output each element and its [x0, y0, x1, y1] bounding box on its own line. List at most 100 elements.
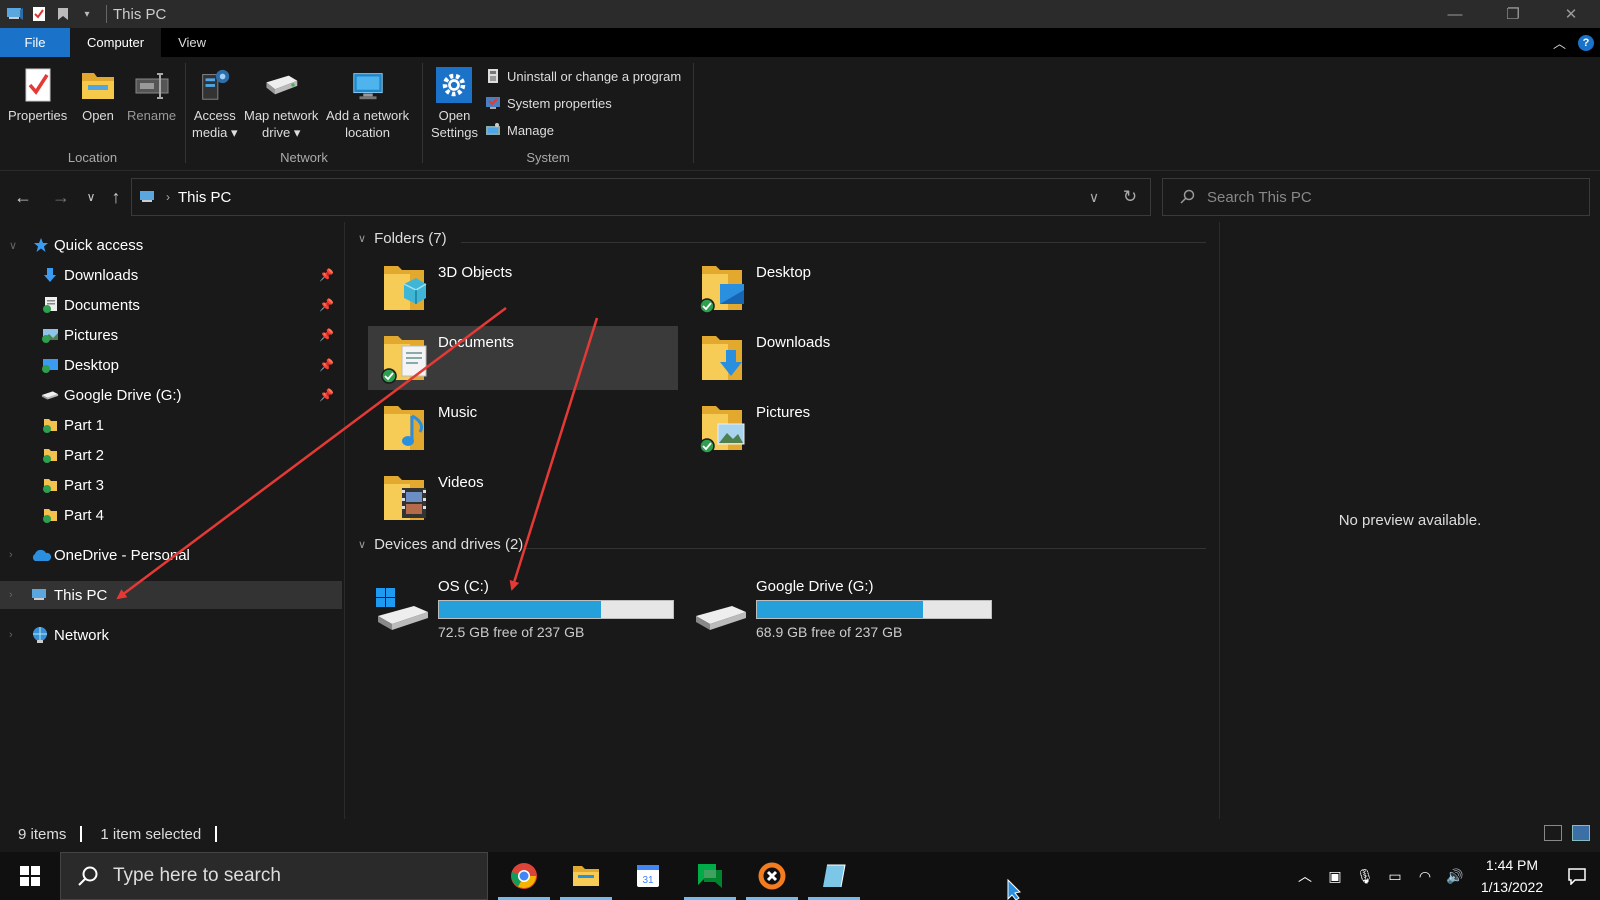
folder-tile-3d-objects[interactable]: 3D Objects [368, 256, 678, 320]
drive-usage-bar [756, 600, 992, 619]
properties-qa-icon[interactable] [30, 5, 48, 23]
pin-icon[interactable]: 📌 [319, 388, 334, 402]
add-network-location-button[interactable]: Add a network location [326, 65, 409, 141]
properties-button[interactable]: Properties [8, 65, 67, 124]
folder-tile-documents[interactable]: Documents [368, 326, 678, 390]
tab-view[interactable]: View [161, 28, 223, 57]
folder-tile-music[interactable]: Music [368, 396, 678, 460]
chrome-taskbar-button[interactable] [494, 852, 554, 900]
chat-taskbar-button[interactable] [680, 852, 740, 900]
breadcrumb-item[interactable]: This PC [178, 189, 231, 206]
show-hidden-icons-icon[interactable]: ︿ [1290, 852, 1320, 900]
pin-icon[interactable]: 📌 [319, 298, 334, 312]
folder-tile-pictures[interactable]: Pictures [686, 396, 996, 460]
pictures-icon [41, 326, 59, 344]
nav-onedrive[interactable]: › OneDrive - Personal [0, 541, 342, 569]
folders-group-header[interactable]: ∨ Folders (7) [358, 230, 447, 247]
open-button[interactable]: Open [80, 65, 116, 124]
new-folder-qa-icon[interactable] [54, 5, 72, 23]
nav-this-pc[interactable]: › This PC [0, 581, 342, 609]
start-button[interactable] [0, 852, 60, 900]
close-button[interactable]: ✕ [1542, 0, 1600, 28]
system-properties-button[interactable]: System properties [485, 95, 612, 111]
nav-item-desktop[interactable]: Desktop 📌 [0, 351, 342, 379]
uninstall-icon [488, 69, 498, 83]
address-bar[interactable]: › This PC ∨ ↻ [131, 178, 1151, 216]
manage-button[interactable]: Manage [485, 122, 554, 138]
nav-network[interactable]: › Network [0, 621, 342, 649]
synced-folder-icon [41, 476, 59, 494]
pin-icon[interactable]: 📌 [319, 328, 334, 342]
ribbon-group-label: Network [280, 150, 328, 165]
sync-app-taskbar-button[interactable] [742, 852, 802, 900]
rename-button[interactable]: Rename [127, 65, 176, 124]
restore-button[interactable]: ❐ [1484, 0, 1542, 28]
drive-icon [41, 386, 59, 404]
microphone-icon[interactable]: 🎙 [1350, 852, 1380, 900]
tab-file[interactable]: File [0, 28, 70, 57]
map-network-drive-button[interactable]: Map network drive ▾ [244, 65, 318, 141]
expand-chevron-icon[interactable]: ∨ [9, 239, 17, 252]
view-toggle [1544, 825, 1590, 841]
details-view-icon[interactable] [1544, 825, 1562, 841]
nav-quick-access[interactable]: ∨ Quick access [0, 231, 342, 259]
pin-icon[interactable]: 📌 [319, 358, 334, 372]
uninstall-program-button[interactable]: Uninstall or change a program [485, 68, 681, 84]
battery-icon[interactable]: ▭ [1380, 852, 1410, 900]
refresh-icon[interactable]: ↻ [1112, 179, 1148, 215]
group-divider [461, 242, 1206, 243]
address-dropdown-icon[interactable]: ∨ [1076, 179, 1112, 215]
drives-group-header[interactable]: ∨ Devices and drives (2) [358, 536, 523, 553]
clock[interactable]: 1:44 PM 1/13/2022 [1470, 854, 1554, 898]
this-pc-app-icon[interactable] [6, 5, 24, 23]
access-media-button[interactable]: Access media ▾ [192, 65, 238, 141]
file-explorer-taskbar-button[interactable] [556, 852, 616, 900]
up-button[interactable]: ↑ [101, 174, 131, 220]
nav-item-part-4[interactable]: Part 4 [0, 501, 342, 529]
collapse-ribbon-icon[interactable]: ︿ [1553, 33, 1566, 52]
back-button[interactable]: ← [8, 174, 38, 220]
tab-computer[interactable]: Computer [70, 28, 162, 57]
drive-tile-os-c[interactable]: OS (C:) 72.5 GB free of 237 GB [368, 576, 678, 646]
expand-chevron-icon[interactable]: › [9, 629, 13, 641]
notifications-icon[interactable] [1554, 852, 1600, 900]
nav-item-downloads[interactable]: Downloads 📌 [0, 261, 342, 289]
collapse-chevron-icon[interactable]: ∨ [358, 538, 366, 551]
open-settings-button[interactable]: Open Settings [431, 65, 478, 141]
expand-chevron-icon[interactable]: › [9, 549, 13, 561]
meet-now-icon[interactable]: ▣ [1320, 852, 1350, 900]
minimize-button[interactable]: — [1426, 0, 1484, 28]
nav-item-part-3[interactable]: Part 3 [0, 471, 342, 499]
calendar-taskbar-button[interactable]: 31 [618, 852, 678, 900]
forward-button[interactable]: → [46, 174, 76, 220]
help-icon[interactable]: ? [1578, 34, 1594, 51]
ribbon-separator [693, 63, 694, 163]
folder-tile-videos[interactable]: Videos [368, 466, 678, 530]
customize-qa-dropdown-icon[interactable]: ▾ [78, 5, 96, 23]
large-icons-view-icon[interactable] [1572, 825, 1590, 841]
nav-item-documents[interactable]: Documents 📌 [0, 291, 342, 319]
drive-usage-fill [439, 601, 602, 618]
pin-icon[interactable]: 📌 [319, 268, 334, 282]
selection-count: 1 item selected [100, 825, 202, 843]
map-network-drive-icon [263, 65, 299, 105]
folder-tile-downloads[interactable]: Downloads [686, 326, 996, 390]
folder-tile-desktop[interactable]: Desktop [686, 256, 996, 320]
rename-icon [134, 65, 170, 105]
nav-item-google-drive[interactable]: Google Drive (G:) 📌 [0, 381, 342, 409]
collapse-chevron-icon[interactable]: ∨ [358, 232, 366, 245]
nav-item-part-2[interactable]: Part 2 [0, 441, 342, 469]
notes-app-taskbar-button[interactable] [804, 852, 864, 900]
wifi-icon[interactable]: ◠ [1410, 852, 1440, 900]
search-box[interactable] [1162, 178, 1590, 216]
drive-tile-google-drive[interactable]: Google Drive (G:) 68.9 GB free of 237 GB [686, 576, 996, 646]
window-title: This PC [113, 5, 167, 23]
nav-item-part-1[interactable]: Part 1 [0, 411, 342, 439]
status-bar: 9 items 1 item selected [0, 819, 1600, 849]
nav-item-pictures[interactable]: Pictures 📌 [0, 321, 342, 349]
search-input[interactable] [1207, 188, 1587, 206]
volume-icon[interactable]: 🔊 [1440, 852, 1470, 900]
taskbar-search[interactable] [60, 852, 488, 900]
expand-chevron-icon[interactable]: › [9, 589, 13, 601]
taskbar-search-input[interactable] [113, 865, 473, 887]
